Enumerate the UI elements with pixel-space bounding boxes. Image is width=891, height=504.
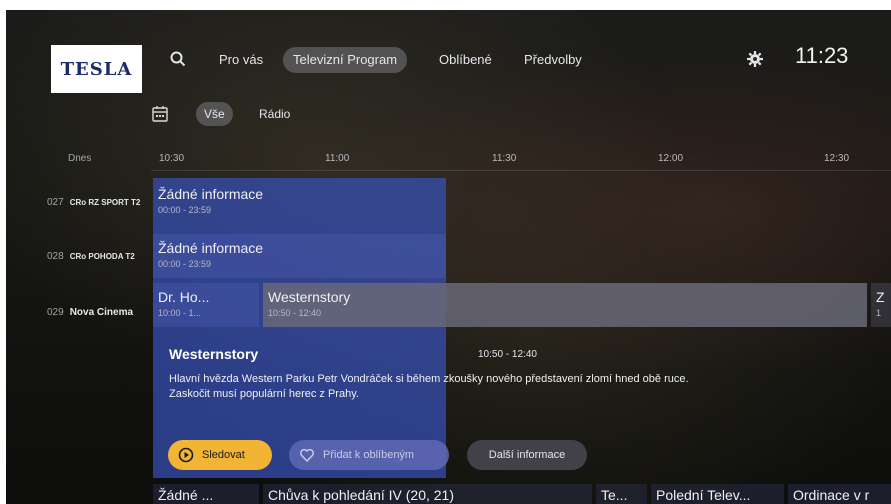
program-cell[interactable]: Z 1 [871,283,891,327]
program-title: Z [876,289,885,305]
program-time: 00:00 - 23:59 [158,259,212,269]
nav-predvolby[interactable]: Předvolby [514,47,592,73]
filter-vse[interactable]: Vše [196,102,233,126]
gear-icon[interactable] [746,50,764,68]
timeline-time: 12:30 [824,153,850,164]
clock: 11:23 [795,43,849,68]
program-cell[interactable]: Žádné informace 00:00 - 23:59 [153,234,446,278]
detail-description: Hlavní hvězda Western Parku Petr Vondráč… [169,373,689,400]
program-time: 10:50 - 12:40 [268,308,322,318]
channel-name: CRo POHODA T2 [69,251,135,261]
program-time: 1 [876,308,882,318]
program-title: Žádné ... [158,487,214,503]
detail-time: 10:50 - 12:40 [478,349,537,360]
calendar-icon[interactable] [151,105,169,123]
watch-button[interactable]: Sledovat [168,440,272,470]
channel-number: 027 [47,196,64,208]
timeline-time: 11:30 [492,153,517,164]
timeline-day: Dnes [68,153,92,164]
timeline-divider [151,170,891,171]
program-title: Westernstory [268,289,351,305]
program-cell[interactable]: Ordinace v r [788,484,891,504]
program-cell[interactable]: Dr. Ho... 10:00 - 1... [153,283,259,327]
program-time: 10:00 - 1... [158,308,202,318]
program-title: Ordinace v r [793,487,870,503]
program-cell[interactable]: Te... [596,484,647,504]
heart-icon [300,448,314,463]
timeline-time: 11:00 [325,153,350,164]
timeline-time: 12:00 [658,153,684,164]
nav-televizni-program[interactable]: Televizní Program [283,47,408,73]
program-time: 00:00 - 23:59 [158,205,212,215]
tv-guide-screen: TESLA Pro vás Televizní Program Oblíbené… [6,10,891,504]
channel-name: Nova Cinema [69,306,134,318]
watch-button-label: Sledovat [202,449,245,461]
channel-029[interactable]: 029 Nova Cinema [47,302,133,322]
channel-name: CRo RZ SPORT T2 [69,197,141,207]
add-favorite-button[interactable]: Přidat k oblíbeným [289,440,449,470]
channel-027[interactable]: 027 CRo RZ SPORT T2 [47,192,140,212]
play-icon [178,447,194,463]
channel-number: 028 [47,250,64,262]
more-info-button[interactable]: Další informace [467,440,587,470]
program-title: Žádné informace [158,240,264,256]
program-title: Polední Telev... [656,487,751,503]
channel-number: 029 [47,306,64,318]
nav-oblibene[interactable]: Oblíbené [429,47,502,73]
nav-pro-vas[interactable]: Pro vás [209,47,273,73]
program-title: Dr. Ho... [158,289,210,305]
program-cell[interactable]: Žádné ... [153,484,259,504]
tesla-logo: TESLA [51,45,142,93]
program-cell[interactable]: Polední Telev... [651,484,784,504]
program-title: Chůva k pohledání IV (20, 21) [268,487,455,503]
add-favorite-label: Přidat k oblíbeným [323,449,415,461]
program-title: Te... [601,487,628,503]
program-cell[interactable]: Žádné informace 00:00 - 23:59 [153,180,446,224]
program-cell[interactable]: Chůva k pohledání IV (20, 21) [263,484,592,504]
timeline-time: 10:30 [159,153,185,164]
filter-radio[interactable]: Rádio [251,102,298,126]
logo-text: TESLA [60,58,133,80]
program-cell-selected[interactable]: Westernstory 10:50 - 12:40 [263,283,867,327]
channel-028[interactable]: 028 CRo POHODA T2 [47,246,135,266]
program-title: Žádné informace [158,186,264,202]
more-info-label: Další informace [488,449,566,461]
detail-title: Westernstory [169,346,259,362]
search-icon[interactable] [169,50,187,68]
